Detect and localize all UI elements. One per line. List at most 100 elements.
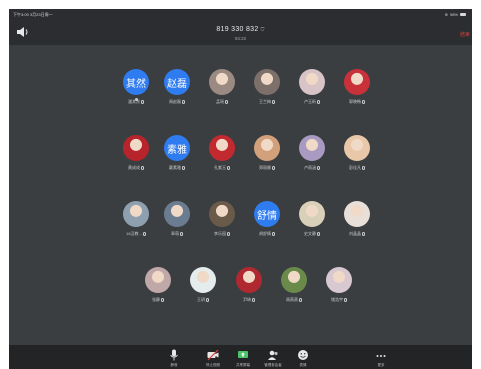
- battery-icon: [460, 13, 466, 16]
- participant-name: 孔紫玉: [214, 165, 230, 171]
- microphone-icon: [227, 232, 230, 236]
- microphone-icon: [362, 232, 365, 236]
- participant-tile[interactable]: 王兰梅: [245, 69, 289, 105]
- participant-name-text: 黄成成: [128, 165, 140, 170]
- microphone-icon: [272, 166, 275, 170]
- avatar: 素雅: [164, 135, 190, 161]
- avatar: [344, 135, 370, 161]
- participant-name: 储浩宇: [331, 297, 347, 303]
- participant-name-text: 彭佳凡: [349, 165, 361, 170]
- participants-button[interactable]: 管理参会者: [258, 349, 288, 368]
- avatar: [344, 69, 370, 95]
- participant-tile[interactable]: 孟瑶: [200, 69, 244, 105]
- participant-tile[interactable]: 赵磊 周赵磊: [155, 69, 199, 105]
- participant-tile[interactable]: 其然 潘其然: [114, 69, 158, 105]
- avatar: [254, 69, 280, 95]
- participant-name: 郭晓畅: [349, 99, 365, 105]
- microphone-icon: [362, 100, 365, 104]
- participant-tile[interactable]: 李乐园: [200, 201, 244, 237]
- participant-tile[interactable]: 史文静: [290, 201, 334, 237]
- wifi-icon: ≋: [444, 12, 448, 17]
- participant-tile[interactable]: 卢玉昕: [290, 69, 334, 105]
- participant-name-text: 史文静: [304, 231, 316, 236]
- participant-name-text: 李乐园: [214, 231, 226, 236]
- stop-video-label: 停止视频: [206, 363, 220, 367]
- microphone-icon: [317, 232, 320, 236]
- participant-tile[interactable]: 尹琦: [227, 267, 271, 303]
- participant-name: 周燕燕: [286, 297, 302, 303]
- meeting-timer: 04:22: [234, 36, 247, 41]
- share-screen-button[interactable]: 共享屏幕: [228, 349, 258, 368]
- participant-name: 孟瑶: [216, 99, 228, 105]
- participant-name-text: 翠萌: [171, 231, 179, 236]
- participant-tile[interactable]: 储浩宇: [317, 267, 361, 303]
- participant-name-text: 卢玉昕: [304, 99, 316, 104]
- avatar: [254, 135, 280, 161]
- avatar: [326, 267, 352, 293]
- participant-tile[interactable]: 周燕燕: [272, 267, 316, 303]
- shield-icon: ⛉: [260, 27, 265, 33]
- smiley-icon: [298, 350, 308, 360]
- avatar: [209, 135, 235, 161]
- microphone-icon: [225, 100, 228, 104]
- end-meeting-button[interactable]: 结束: [460, 31, 470, 38]
- participant-tile[interactable]: 郑丽娜: [245, 135, 289, 171]
- participant-grid: 其然 潘其然 赵磊 周赵磊 孟瑶 王兰梅 卢玉昕 郭晓畅 黄成成 素雅 戴素雅 孔紫玉 郑丽娜 卢雨涵 彭佳…: [9, 45, 472, 345]
- reactions-label: 表情: [299, 363, 307, 367]
- participant-tile[interactable]: 郭晓畅: [335, 69, 379, 105]
- avatar: [164, 201, 190, 227]
- participant-name: 王玥: [197, 297, 209, 303]
- more-button[interactable]: 更多: [366, 349, 396, 368]
- participant-name: 胡舒情: [259, 231, 275, 237]
- participant-name-text: 王兰梅: [259, 99, 271, 104]
- avatar: [145, 267, 171, 293]
- participant-tile[interactable]: 王玥: [181, 267, 225, 303]
- avatar: 赵磊: [164, 69, 190, 95]
- microphone-icon: [141, 166, 144, 170]
- participant-name-text: 胡舒情: [259, 231, 271, 236]
- microphone-icon: [180, 232, 183, 236]
- participant-name-text: 郭晓畅: [349, 99, 361, 104]
- avatar: [123, 135, 149, 161]
- participant-name: 史文静: [304, 231, 320, 237]
- participant-name: 戴素雅: [169, 165, 185, 171]
- participant-name-text: 周燕燕: [286, 297, 298, 302]
- participant-name-text: 尹琦: [243, 297, 251, 302]
- microphone-icon: [272, 100, 275, 104]
- microphone-icon: [206, 298, 209, 302]
- participant-tile[interactable]: 孔紫玉: [200, 135, 244, 171]
- meeting-id[interactable]: 819 330 832 ⛉: [9, 26, 472, 33]
- participant-tile[interactable]: 卢雨涵: [290, 135, 334, 171]
- participant-tile[interactable]: 刘晶晶: [335, 201, 379, 237]
- participant-name-text: 孔紫玉: [214, 165, 226, 170]
- microphone-icon: [344, 298, 347, 302]
- avatar: 其然: [123, 69, 149, 101]
- participant-name: 刘晶晶: [349, 231, 365, 237]
- avatar: [209, 69, 235, 95]
- stop-video-button[interactable]: 停止视频: [198, 349, 228, 368]
- status-bar: 下午3:09 3月23日周一 ≋ 98%: [9, 9, 472, 19]
- status-right: ≋ 98%: [445, 12, 466, 17]
- participant-tile[interactable]: 彭佳凡: [335, 135, 379, 171]
- participant-tile[interactable]: 16汉教...: [114, 201, 158, 237]
- participant-tile[interactable]: 翠萌: [155, 201, 199, 237]
- participant-name: 李乐园: [214, 231, 230, 237]
- participant-tile[interactable]: 张静: [136, 267, 180, 303]
- share-screen-label: 共享屏幕: [236, 363, 250, 367]
- participant-tile[interactable]: 黄成成: [114, 135, 158, 171]
- participant-tile[interactable]: 素雅 戴素雅: [155, 135, 199, 171]
- participant-name-text: 卢雨涵: [304, 165, 316, 170]
- avatar: [344, 201, 370, 227]
- participant-name-text: 储浩宇: [331, 297, 343, 302]
- participant-name-text: 周赵磊: [169, 99, 181, 104]
- microphone-icon: [161, 298, 164, 302]
- mute-button[interactable]: 静音: [159, 349, 189, 368]
- participant-name: 卢玉昕: [304, 99, 320, 105]
- avatar: [299, 201, 325, 227]
- participant-name: 彭佳凡: [349, 165, 365, 171]
- participant-tile[interactable]: 舒情 胡舒情: [245, 201, 289, 237]
- status-time: 下午3:09 3月23日周一: [13, 12, 53, 17]
- reactions-button[interactable]: 表情: [288, 349, 318, 368]
- avatar: [236, 267, 262, 293]
- participant-name: 卢雨涵: [304, 165, 320, 171]
